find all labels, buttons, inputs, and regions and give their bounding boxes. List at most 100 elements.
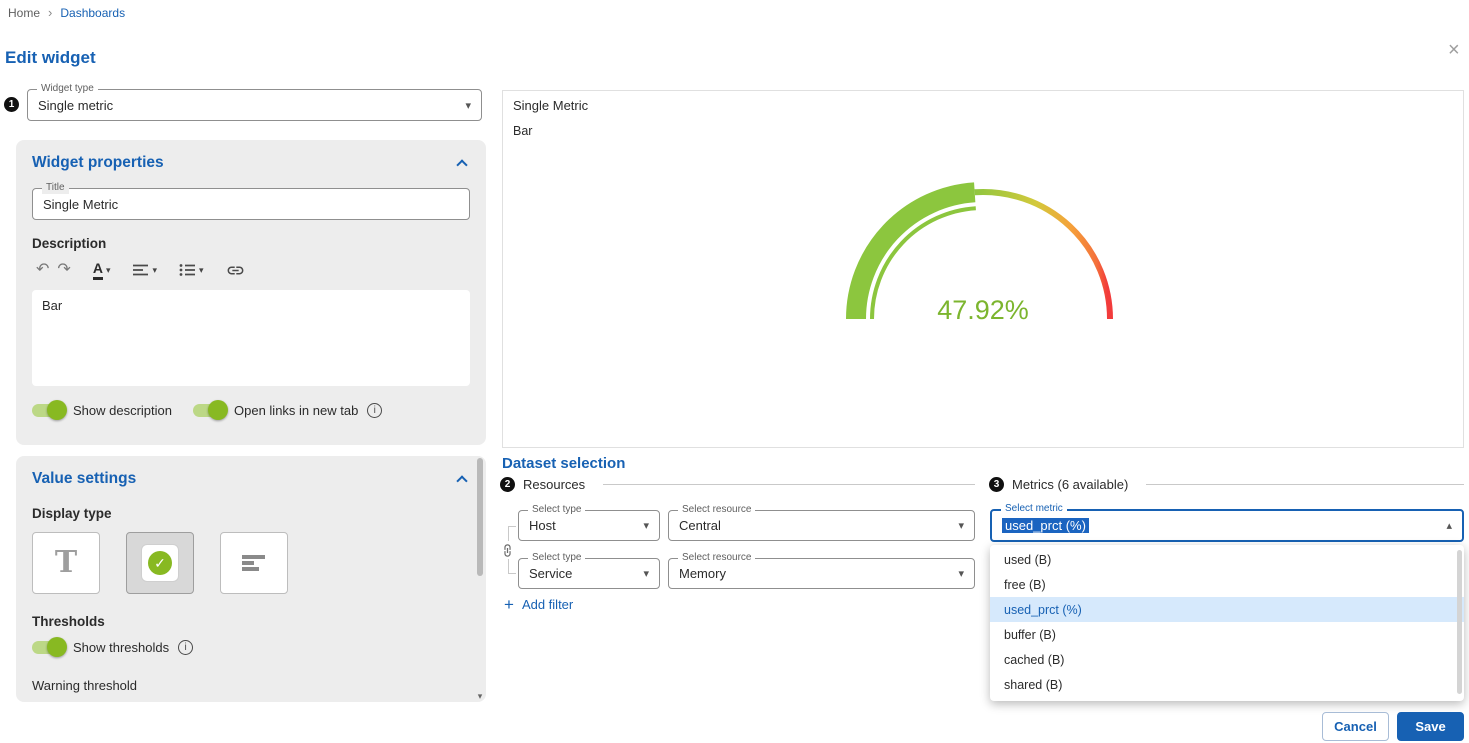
bar-display-icon	[241, 553, 267, 573]
display-type-bar-button[interactable]	[220, 532, 288, 594]
breadcrumb: Home › Dashboards	[8, 5, 125, 20]
align-icon	[132, 263, 149, 277]
select-type-value: Service	[529, 566, 572, 581]
text-color-button[interactable]: A ▾	[89, 258, 115, 281]
thresholds-toggle-row: Show thresholds i	[32, 640, 193, 655]
resource-select-1[interactable]: Select resource Central ▾	[668, 510, 975, 541]
metrics-label: Metrics (6 available)	[1012, 477, 1128, 492]
step-2-badge: 2	[500, 477, 515, 492]
toggle-knob	[47, 400, 67, 420]
value-settings-title: Value settings	[32, 470, 136, 488]
list-icon	[179, 263, 196, 277]
select-type-label: Select type	[528, 504, 585, 516]
edit-widget-page: Home › Dashboards × Edit widget 1 Widget…	[0, 0, 1469, 743]
select-resource-value: Central	[679, 518, 721, 533]
description-toggles-row: Show description Open links in new tab i	[32, 403, 470, 418]
divider	[603, 484, 975, 485]
info-icon[interactable]: i	[367, 403, 382, 418]
widget-properties-panel: Widget properties Title Single Metric De…	[16, 140, 486, 445]
preview-description: Bar	[513, 124, 532, 138]
scrollbar-thumb[interactable]	[477, 458, 483, 576]
value-settings-panel: Value settings Display type T ✓ Threshol…	[16, 456, 486, 702]
link-button[interactable]	[222, 259, 249, 282]
show-thresholds-label: Show thresholds	[73, 640, 169, 655]
divider	[1146, 484, 1464, 485]
resources-section-header: 2 Resources	[500, 477, 975, 492]
collapse-chevron-icon[interactable]	[456, 159, 467, 170]
select-metric-label: Select metric	[1001, 503, 1067, 515]
select-type-value: Host	[529, 518, 556, 533]
show-description-toggle[interactable]	[32, 404, 64, 417]
add-filter-button[interactable]: + Add filter	[504, 596, 573, 613]
metric-options-menu: used (B) free (B) used_prct (%) buffer (…	[990, 545, 1464, 701]
align-button[interactable]: ▾	[128, 261, 161, 279]
breadcrumb-dashboards-link[interactable]: Dashboards	[60, 6, 125, 20]
select-metric-value: used_prct (%)	[1002, 518, 1089, 533]
menu-item[interactable]: shared (B)	[990, 672, 1464, 697]
gauge-chart: 47.92%	[833, 169, 1133, 329]
text-color-icon: A	[93, 260, 103, 279]
open-links-toggle[interactable]	[193, 404, 225, 417]
widget-properties-title: Widget properties	[32, 154, 164, 172]
menu-scrollbar[interactable]	[1457, 550, 1462, 694]
menu-item[interactable]: buffer (B)	[990, 622, 1464, 647]
text-display-icon: T	[55, 548, 77, 578]
widget-type-value: Single metric	[38, 98, 113, 113]
rich-text-toolbar: ↶ ↷ A ▾ ▾ ▾	[32, 258, 470, 282]
menu-item-selected[interactable]: used_prct (%)	[990, 597, 1464, 622]
metric-select[interactable]: Select metric used_prct (%) ▴	[990, 509, 1464, 542]
toggle-knob	[208, 400, 228, 420]
add-filter-label: Add filter	[522, 597, 573, 612]
list-button[interactable]: ▾	[175, 261, 208, 279]
display-type-gauge-button[interactable]: ✓	[126, 532, 194, 594]
widget-preview: Single Metric Bar 47.92%	[502, 90, 1464, 448]
redo-button[interactable]: ↷	[53, 260, 74, 280]
breadcrumb-home-link[interactable]: Home	[8, 6, 40, 20]
select-resource-label: Select resource	[678, 504, 755, 516]
chevron-down-icon: ▾	[643, 519, 649, 532]
chevron-down-icon: ▾	[958, 567, 964, 580]
save-button[interactable]: Save	[1397, 712, 1464, 741]
preview-title: Single Metric	[513, 98, 588, 113]
menu-item[interactable]: cached (B)	[990, 647, 1464, 672]
metrics-section-header: 3 Metrics (6 available)	[989, 477, 1464, 492]
link-resources-icon	[499, 541, 517, 559]
widget-type-select[interactable]: Widget type Single metric ▾	[27, 89, 482, 121]
title-input-value: Single Metric	[43, 197, 118, 212]
redo-icon: ↷	[57, 262, 70, 278]
left-panel-scrollbar[interactable]: ▾	[475, 456, 485, 702]
resource-type-select-1[interactable]: Select type Host ▾	[518, 510, 660, 541]
page-title: Edit widget	[5, 48, 96, 68]
select-type-label: Select type	[528, 552, 585, 564]
resources-label: Resources	[523, 477, 585, 492]
scroll-down-arrow-icon[interactable]: ▾	[475, 691, 485, 702]
chevron-down-icon: ▾	[958, 519, 964, 532]
title-input-label: Title	[42, 182, 69, 194]
display-type-text-button[interactable]: T	[32, 532, 100, 594]
collapse-chevron-icon[interactable]	[456, 475, 467, 486]
dataset-selection-title: Dataset selection	[502, 455, 625, 472]
step-1-badge: 1	[4, 97, 19, 112]
display-type-label: Display type	[32, 506, 112, 521]
title-input[interactable]: Title Single Metric	[32, 188, 470, 220]
gauge-display-icon: ✓	[141, 544, 179, 582]
resource-select-2[interactable]: Select resource Memory ▾	[668, 558, 975, 589]
undo-button[interactable]: ↶	[32, 260, 53, 280]
select-resource-label: Select resource	[678, 552, 755, 564]
resource-type-select-2[interactable]: Select type Service ▾	[518, 558, 660, 589]
gauge-value-text: 47.92%	[937, 295, 1029, 325]
menu-item[interactable]: free (B)	[990, 572, 1464, 597]
value-settings-header: Value settings	[32, 470, 470, 488]
select-resource-value: Memory	[679, 566, 726, 581]
thresholds-label: Thresholds	[32, 614, 105, 629]
description-textarea[interactable]: Bar	[32, 290, 470, 386]
close-icon[interactable]: ×	[1448, 40, 1460, 60]
plus-icon: +	[504, 596, 514, 613]
info-icon[interactable]: i	[178, 640, 193, 655]
chevron-down-icon: ▾	[152, 265, 157, 276]
menu-item[interactable]: used (B)	[990, 547, 1464, 572]
show-description-label: Show description	[73, 403, 172, 418]
show-thresholds-toggle[interactable]	[32, 641, 64, 654]
cancel-button[interactable]: Cancel	[1322, 712, 1389, 741]
step-3-badge: 3	[989, 477, 1004, 492]
